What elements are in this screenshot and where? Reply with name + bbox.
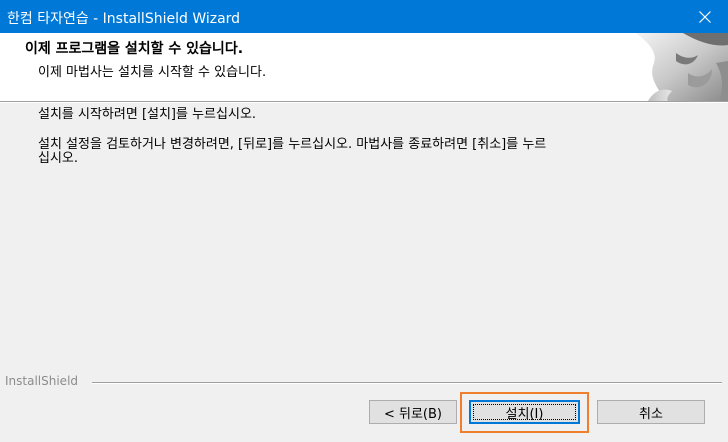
back-button[interactable]: < 뒤로(B) <box>369 400 457 424</box>
close-button[interactable] <box>682 0 728 33</box>
header-title: 이제 프로그램을 설치할 수 있습니다. <box>25 41 244 57</box>
instruction-review-line2: 십시오. <box>38 151 79 166</box>
installshield-brand: InstallShield <box>5 374 89 388</box>
instruction-review-line1: 설치 설정을 검토하거나 변경하려면, [뒤로]를 누르십시오. 마법사를 종료… <box>38 137 547 152</box>
title-bar[interactable]: 한컴 타자연습 - InstallShield Wizard <box>0 0 728 33</box>
instruction-install: 설치를 시작하려면 [설치]를 누르십시오. <box>38 107 257 122</box>
window-title: 한컴 타자연습 - InstallShield Wizard <box>7 11 241 27</box>
wizard-header: 이제 프로그램을 설치할 수 있습니다. 이제 마법사는 설치를 시작할 수 있… <box>0 33 728 101</box>
instruction-review: 설치 설정을 검토하거나 변경하려면, [뒤로]를 누르십시오. 마법사를 종료… <box>38 138 546 166</box>
install-button[interactable]: 설치(I) <box>469 400 580 424</box>
header-subtitle: 이제 마법사는 설치를 시작할 수 있습니다. <box>38 65 267 80</box>
header-separator <box>0 101 728 103</box>
cancel-button[interactable]: 취소 <box>597 400 705 424</box>
installshield-logo-icon <box>588 33 728 101</box>
footer-separator <box>92 382 722 384</box>
focus-rect <box>473 404 576 420</box>
close-icon <box>699 10 711 23</box>
